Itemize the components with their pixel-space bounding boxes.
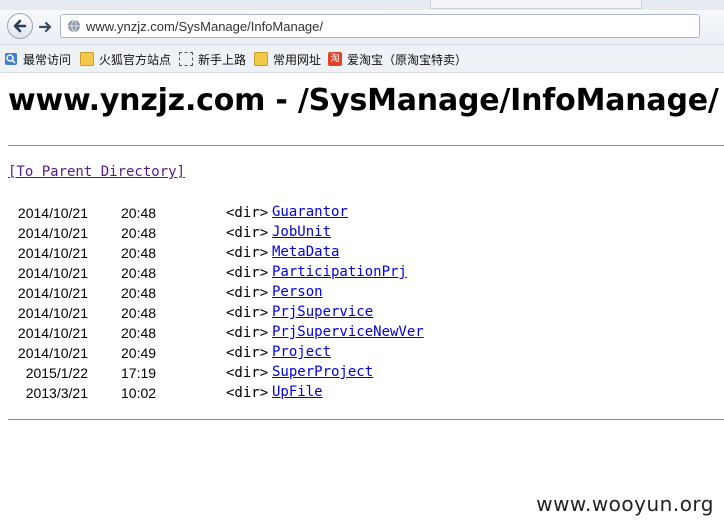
bookmarks-toolbar: 最常访问 火狐官方站点 新手上路 常用网址 淘 爱淘宝（原淘宝特卖） xyxy=(0,45,724,73)
bookmarks-icon xyxy=(5,53,17,65)
entry-date: 2013/3/21 xyxy=(25,385,88,401)
entry-type: <dir> xyxy=(226,365,269,381)
bottom-divider xyxy=(8,419,724,420)
entry-name-link[interactable]: PrjSuperviceNewVer xyxy=(272,324,424,340)
entry-time: 10:02 xyxy=(121,385,157,401)
entry-name-link[interactable]: UpFile xyxy=(272,384,323,400)
entry-time: 20:48 xyxy=(121,305,157,321)
entry-type: <dir> xyxy=(226,285,269,301)
bookmark-firefox-official[interactable]: 火狐官方站点 xyxy=(80,50,171,68)
entry-type: <dir> xyxy=(226,385,269,401)
entry-name-link[interactable]: PrjSupervice xyxy=(272,304,373,320)
entry-date: 2014/10/21 xyxy=(17,225,88,241)
entry-name-link[interactable]: Project xyxy=(272,344,331,360)
entry-name-link[interactable]: MetaData xyxy=(272,244,339,260)
dashed-page-icon xyxy=(179,52,193,66)
bookmark-most-visited[interactable]: 最常访问 xyxy=(4,50,71,68)
entry-time: 20:48 xyxy=(121,225,157,241)
entry-type: <dir> xyxy=(226,265,269,281)
address-bar[interactable]: www.ynzjz.com/SysManage/InfoManage/ xyxy=(60,14,700,38)
entry-time: 20:48 xyxy=(121,265,157,281)
entry-date: 2014/10/21 xyxy=(17,345,88,361)
taobao-icon: 淘 xyxy=(328,52,342,66)
entry-date: 2014/10/21 xyxy=(17,325,88,341)
watermark-text: www.wooyun.org xyxy=(536,492,714,516)
entry-time: 20:49 xyxy=(121,345,157,361)
entry-type: <dir> xyxy=(226,325,269,341)
bookmark-label: 常用网址 xyxy=(273,52,322,67)
bookmark-label: 火狐官方站点 xyxy=(99,52,172,67)
parent-directory-link[interactable]: [To Parent Directory] xyxy=(8,164,185,180)
bookmark-label: 最常访问 xyxy=(23,52,72,67)
entry-type: <dir> xyxy=(226,345,269,361)
entry-time: 20:48 xyxy=(121,245,157,261)
folder-icon xyxy=(80,52,94,66)
tab-strip xyxy=(430,0,642,9)
bookmark-label: 新手上路 xyxy=(198,52,247,67)
entry-time: 17:19 xyxy=(121,365,157,381)
url-text[interactable]: www.ynzjz.com/SysManage/InfoManage/ xyxy=(86,19,323,34)
entry-name-link[interactable]: Person xyxy=(272,284,323,300)
entry-type: <dir> xyxy=(226,205,269,221)
arrow-right-icon xyxy=(38,21,52,33)
bookmark-ai-taobao[interactable]: 淘 爱淘宝（原淘宝特卖） xyxy=(328,50,467,68)
back-button[interactable] xyxy=(7,13,33,39)
page-title: www.ynzjz.com - /SysManage/InfoManage/ xyxy=(8,83,719,118)
folder-icon xyxy=(254,52,268,66)
bookmark-common-sites[interactable]: 常用网址 xyxy=(254,50,321,68)
entry-time: 20:48 xyxy=(121,205,157,221)
entry-date: 2014/10/21 xyxy=(17,265,88,281)
entry-type: <dir> xyxy=(226,225,269,241)
entry-type: <dir> xyxy=(226,245,269,261)
top-divider xyxy=(8,145,724,146)
entry-name-link[interactable]: JobUnit xyxy=(272,224,331,240)
entry-type: <dir> xyxy=(226,305,269,321)
forward-button[interactable] xyxy=(36,17,56,37)
entry-date: 2014/10/21 xyxy=(17,285,88,301)
entry-name-link[interactable]: ParticipationPrj xyxy=(272,264,407,280)
globe-icon xyxy=(68,19,80,33)
entry-name-link[interactable]: Guarantor xyxy=(272,204,348,220)
entry-time: 20:48 xyxy=(121,325,157,341)
bookmark-label: 爱淘宝（原淘宝特卖） xyxy=(347,52,468,67)
navigation-toolbar: www.ynzjz.com/SysManage/InfoManage/ xyxy=(0,10,724,45)
entry-name-link[interactable]: SuperProject xyxy=(272,364,373,380)
entry-time: 20:48 xyxy=(121,285,157,301)
entry-date: 2014/10/21 xyxy=(17,245,88,261)
entry-date: 2014/10/21 xyxy=(17,305,88,321)
entry-date: 2014/10/21 xyxy=(17,205,88,221)
bookmark-getting-started[interactable]: 新手上路 xyxy=(179,50,246,68)
arrow-left-icon xyxy=(13,19,27,33)
entry-date: 2015/1/22 xyxy=(25,365,88,381)
